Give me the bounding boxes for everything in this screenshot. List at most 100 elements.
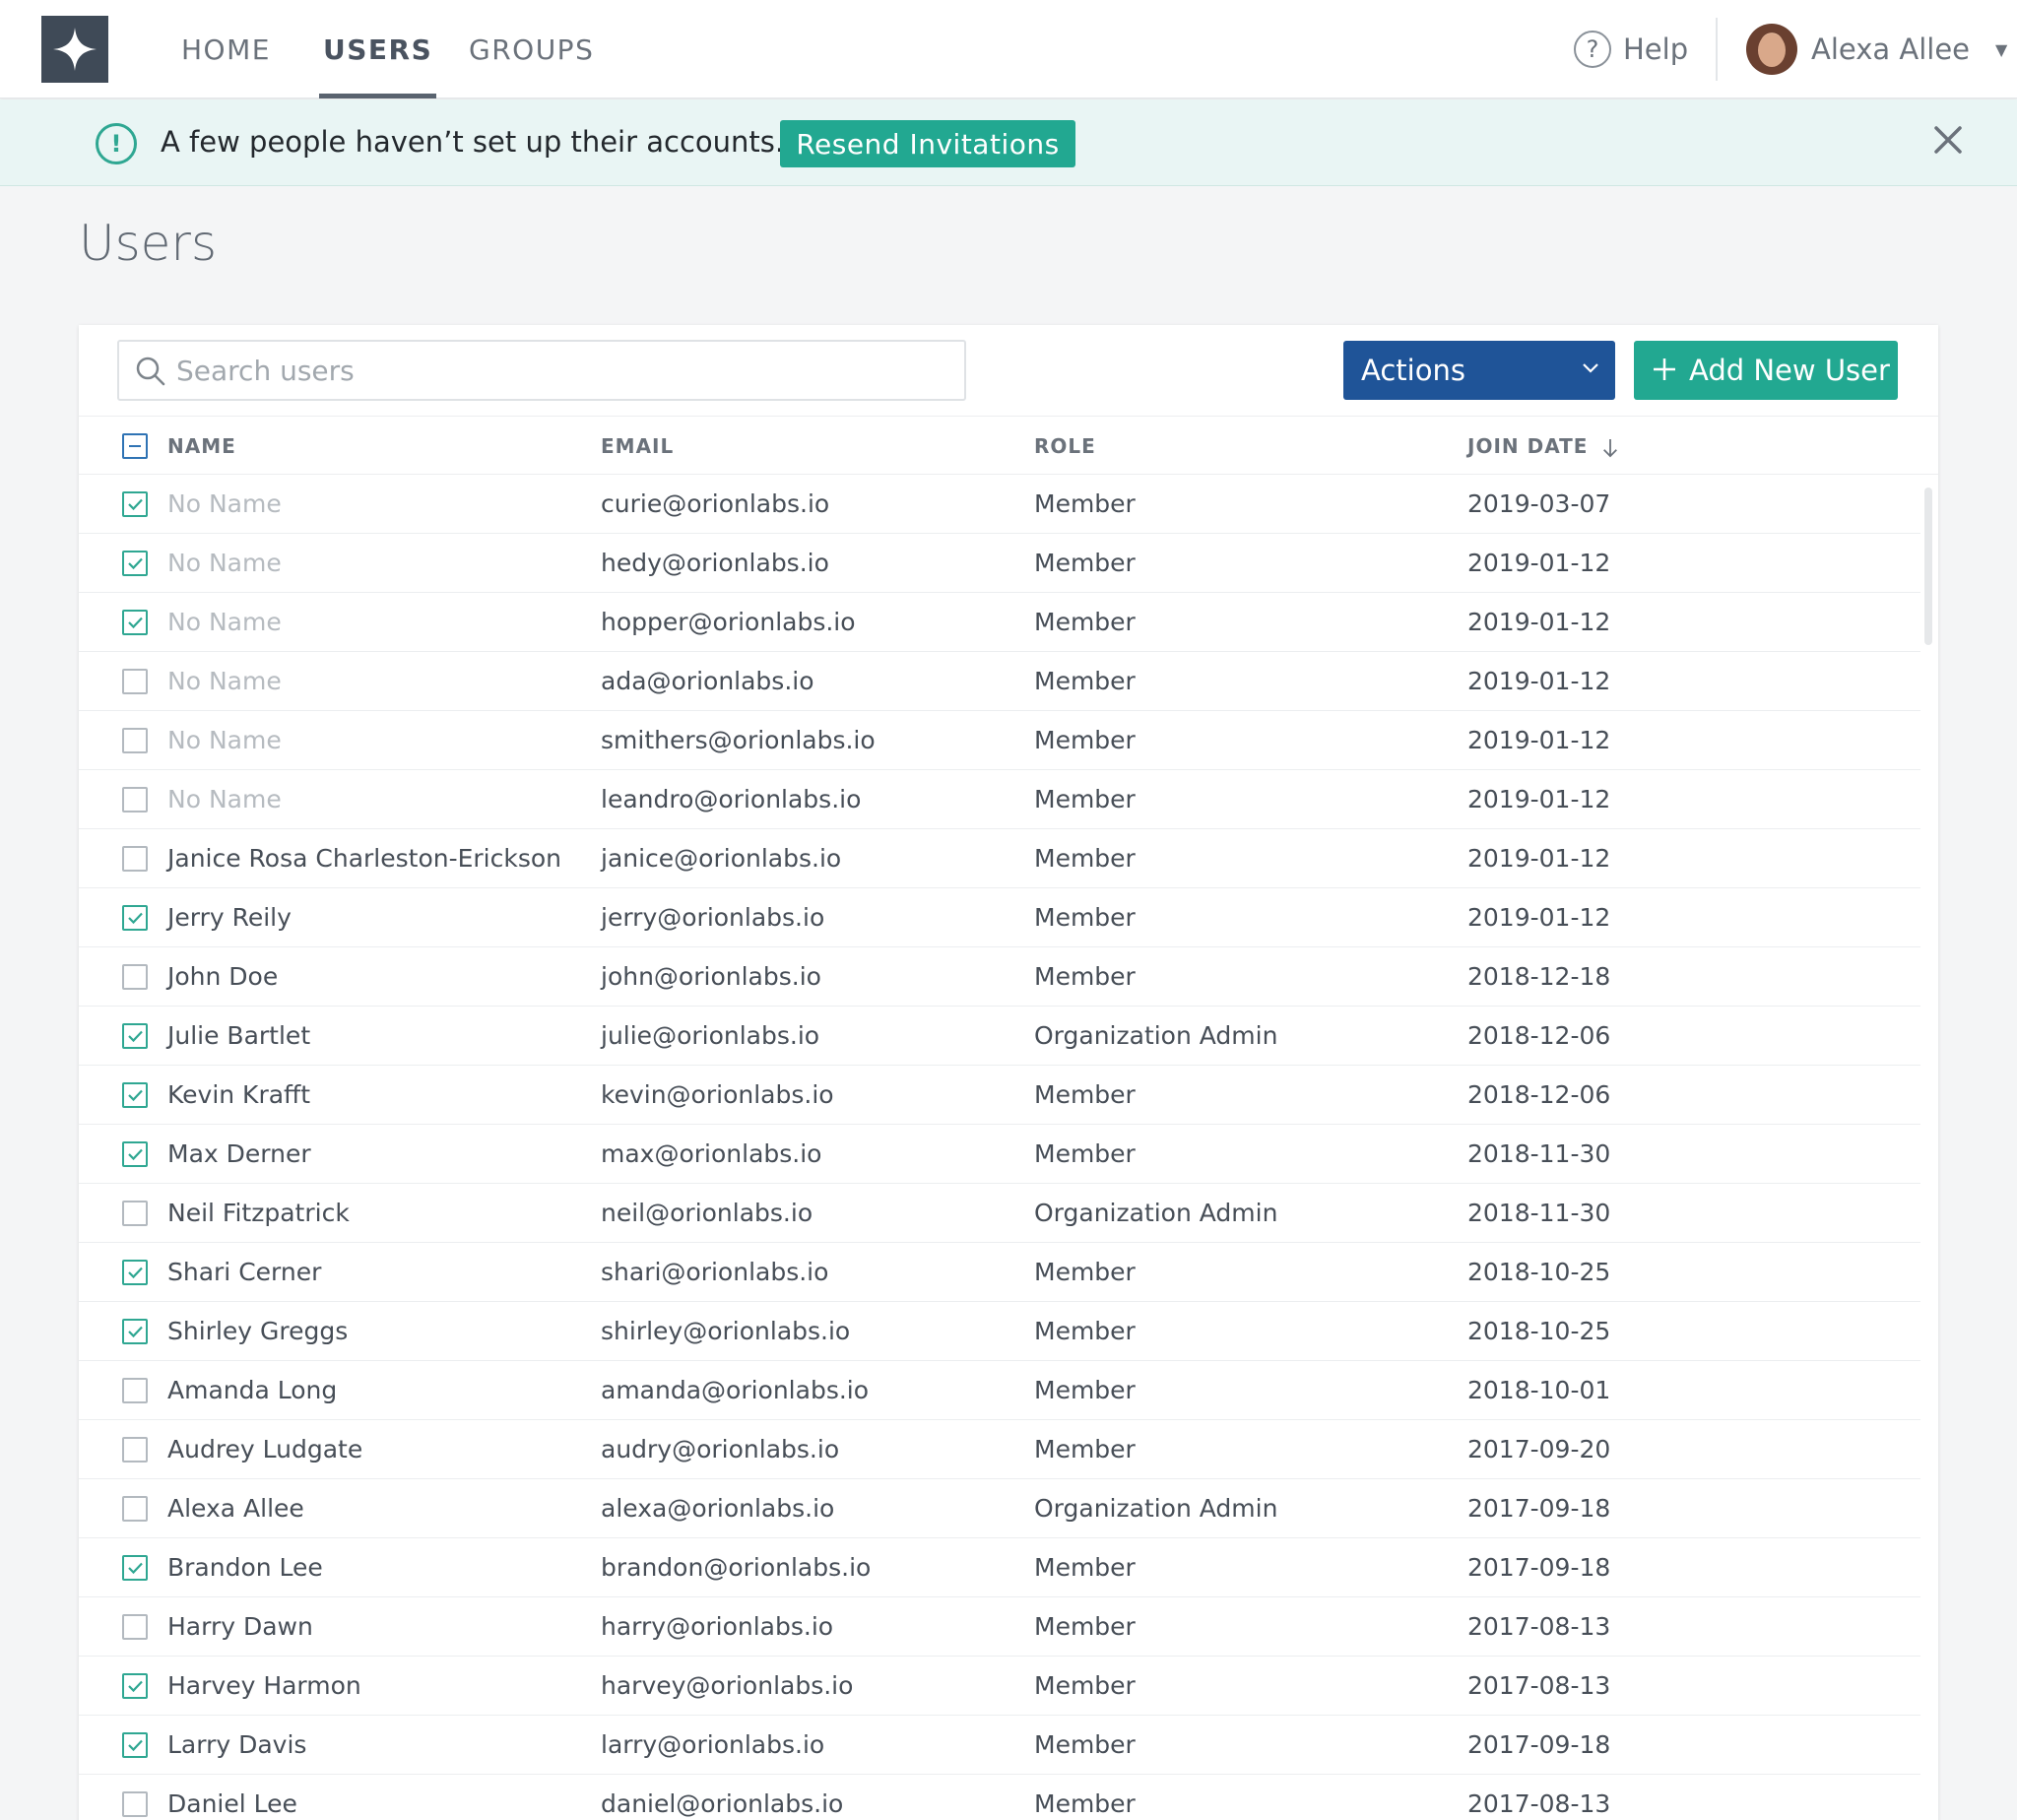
cell-email: john@orionlabs.io bbox=[601, 962, 821, 991]
row-checkbox[interactable] bbox=[122, 1378, 148, 1403]
row-checkbox[interactable] bbox=[122, 1201, 148, 1226]
table-row[interactable]: No Name hedy@orionlabs.io Member 2019-01-12 bbox=[79, 534, 1920, 593]
tab-home[interactable]: HOME bbox=[181, 0, 271, 98]
row-checkbox[interactable] bbox=[122, 1791, 148, 1817]
cell-role: Organization Admin bbox=[1034, 1021, 1278, 1050]
row-checkbox[interactable] bbox=[122, 728, 148, 753]
cell-name: No Name bbox=[167, 608, 282, 636]
table-row[interactable]: Neil Fitzpatrick neil@orionlabs.io Organiz… bbox=[79, 1184, 1920, 1243]
nav-divider bbox=[1716, 18, 1718, 81]
row-checkbox[interactable] bbox=[122, 551, 148, 576]
cell-email: larry@orionlabs.io bbox=[601, 1730, 825, 1759]
cell-role: Member bbox=[1034, 1730, 1136, 1759]
cell-role: Member bbox=[1034, 962, 1136, 991]
cell-role: Member bbox=[1034, 608, 1136, 636]
table-row[interactable]: Max Derner max@orionlabs.io Member 2018-11-… bbox=[79, 1125, 1920, 1184]
table-row[interactable]: No Name leandro@orionlabs.io Member 2019-01… bbox=[79, 770, 1920, 829]
cell-role: Member bbox=[1034, 903, 1136, 932]
user-name: Alexa Allee bbox=[1811, 32, 1971, 66]
row-checkbox[interactable] bbox=[122, 1496, 148, 1522]
cell-role: Organization Admin bbox=[1034, 1494, 1278, 1523]
page-title: Users bbox=[79, 215, 218, 272]
row-checkbox[interactable] bbox=[122, 1732, 148, 1758]
cell-name: Janice Rosa Charleston-Erickson bbox=[167, 844, 562, 873]
cell-join-date: 2017-09-18 bbox=[1467, 1553, 1611, 1582]
cell-name: John Doe bbox=[167, 962, 279, 991]
table-row[interactable]: Harry Dawn harry@orionlabs.io Member 2017-0… bbox=[79, 1597, 1920, 1657]
user-menu[interactable]: Alexa Allee ▼ bbox=[1746, 24, 2007, 75]
row-checkbox[interactable] bbox=[122, 1082, 148, 1108]
cell-role: Member bbox=[1034, 1612, 1136, 1641]
table-row[interactable]: Shirley Greggs shirley@orionlabs.io Member… bbox=[79, 1302, 1920, 1361]
row-checkbox[interactable] bbox=[122, 610, 148, 635]
scrollbar[interactable] bbox=[1924, 488, 1932, 645]
column-header-role[interactable]: ROLE bbox=[1034, 417, 1096, 476]
app-logo[interactable] bbox=[41, 16, 108, 83]
table-row[interactable]: No Name ada@orionlabs.io Member 2019-01-12 bbox=[79, 652, 1920, 711]
table-row[interactable]: Larry Davis larry@orionlabs.io Member 2017-… bbox=[79, 1716, 1920, 1775]
row-checkbox[interactable] bbox=[122, 1023, 148, 1049]
tab-users[interactable]: USERS bbox=[318, 0, 437, 98]
row-checkbox[interactable] bbox=[122, 1141, 148, 1167]
table-row[interactable]: Harvey Harmon harvey@orionlabs.io Member 20… bbox=[79, 1657, 1920, 1716]
table-row[interactable]: Amanda Long amanda@orionlabs.io Member 2018… bbox=[79, 1361, 1920, 1420]
row-checkbox[interactable] bbox=[122, 964, 148, 990]
cell-join-date: 2018-12-06 bbox=[1467, 1080, 1611, 1109]
table-row[interactable]: No Name hopper@orionlabs.io Member 2019-01-… bbox=[79, 593, 1920, 652]
help-link[interactable]: ? Help bbox=[1574, 30, 1688, 69]
row-checkbox[interactable] bbox=[122, 1260, 148, 1285]
column-header-join-date[interactable]: JOIN DATE bbox=[1467, 417, 1619, 476]
column-header-email[interactable]: EMAIL bbox=[601, 417, 674, 476]
cell-email: harry@orionlabs.io bbox=[601, 1612, 834, 1641]
row-checkbox[interactable] bbox=[122, 1614, 148, 1640]
row-checkbox[interactable] bbox=[122, 1673, 148, 1699]
search-box[interactable] bbox=[117, 340, 966, 401]
close-icon[interactable] bbox=[1930, 122, 1966, 158]
actions-dropdown[interactable]: Actions bbox=[1343, 341, 1615, 400]
row-checkbox[interactable] bbox=[122, 905, 148, 931]
table-row[interactable]: No Name curie@orionlabs.io Member 2019-03-0… bbox=[79, 475, 1920, 534]
row-checkbox[interactable] bbox=[122, 846, 148, 872]
table-row[interactable]: Kevin Krafft kevin@orionlabs.io Member 2018… bbox=[79, 1066, 1920, 1125]
cell-email: julie@orionlabs.io bbox=[601, 1021, 820, 1050]
cell-email: shari@orionlabs.io bbox=[601, 1258, 829, 1286]
notification-banner: ! A few people haven’t set up their acco… bbox=[0, 99, 2017, 186]
cell-join-date: 2019-01-12 bbox=[1467, 667, 1611, 695]
row-checkbox[interactable] bbox=[122, 669, 148, 694]
cell-email: shirley@orionlabs.io bbox=[601, 1317, 851, 1345]
search-input[interactable] bbox=[176, 350, 944, 391]
column-header-name[interactable]: NAME bbox=[167, 417, 236, 476]
table-row[interactable]: Alexa Allee alexa@orionlabs.io Organizatio… bbox=[79, 1479, 1920, 1538]
table-row[interactable]: Brandon Lee brandon@orionlabs.io Member 201… bbox=[79, 1538, 1920, 1597]
row-checkbox[interactable] bbox=[122, 1319, 148, 1344]
checkmark-icon bbox=[128, 1326, 143, 1338]
cell-email: curie@orionlabs.io bbox=[601, 489, 830, 518]
table-row[interactable]: No Name smithers@orionlabs.io Member 2019-0… bbox=[79, 711, 1920, 770]
cell-join-date: 2019-01-12 bbox=[1467, 608, 1611, 636]
row-checkbox[interactable] bbox=[122, 787, 148, 812]
join-date-label: JOIN DATE bbox=[1467, 434, 1589, 458]
table-row[interactable]: Daniel Lee daniel@orionlabs.io Member 2017-… bbox=[79, 1775, 1920, 1820]
resend-invitations-button[interactable]: Resend Invitations bbox=[780, 120, 1075, 167]
table-row[interactable]: Janice Rosa Charleston-Erickson janice@or… bbox=[79, 829, 1920, 888]
table-row[interactable]: Audrey Ludgate audry@orionlabs.io Member 20… bbox=[79, 1420, 1920, 1479]
table-row[interactable]: Jerry Reily jerry@orionlabs.io Member 2019-… bbox=[79, 888, 1920, 947]
cell-email: hopper@orionlabs.io bbox=[601, 608, 856, 636]
add-new-user-button[interactable]: Add New User bbox=[1634, 341, 1898, 400]
cell-name: No Name bbox=[167, 549, 282, 577]
actions-label: Actions bbox=[1361, 354, 1465, 387]
cell-join-date: 2019-01-12 bbox=[1467, 726, 1611, 754]
row-checkbox[interactable] bbox=[122, 491, 148, 517]
row-checkbox[interactable] bbox=[122, 1555, 148, 1581]
cell-name: Larry Davis bbox=[167, 1730, 307, 1759]
cell-email: janice@orionlabs.io bbox=[601, 844, 842, 873]
cell-join-date: 2018-11-30 bbox=[1467, 1199, 1611, 1227]
cell-name: Shirley Greggs bbox=[167, 1317, 349, 1345]
tab-groups[interactable]: GROUPS bbox=[469, 0, 594, 98]
chevron-down-icon bbox=[1583, 363, 1598, 373]
table-row[interactable]: Julie Bartlet julie@orionlabs.io Organizat… bbox=[79, 1007, 1920, 1066]
row-checkbox[interactable] bbox=[122, 1437, 148, 1462]
table-row[interactable]: John Doe john@orionlabs.io Member 2018-12-1… bbox=[79, 947, 1920, 1007]
select-all-checkbox[interactable] bbox=[122, 433, 148, 459]
table-row[interactable]: Shari Cerner shari@orionlabs.io Member 2018… bbox=[79, 1243, 1920, 1302]
